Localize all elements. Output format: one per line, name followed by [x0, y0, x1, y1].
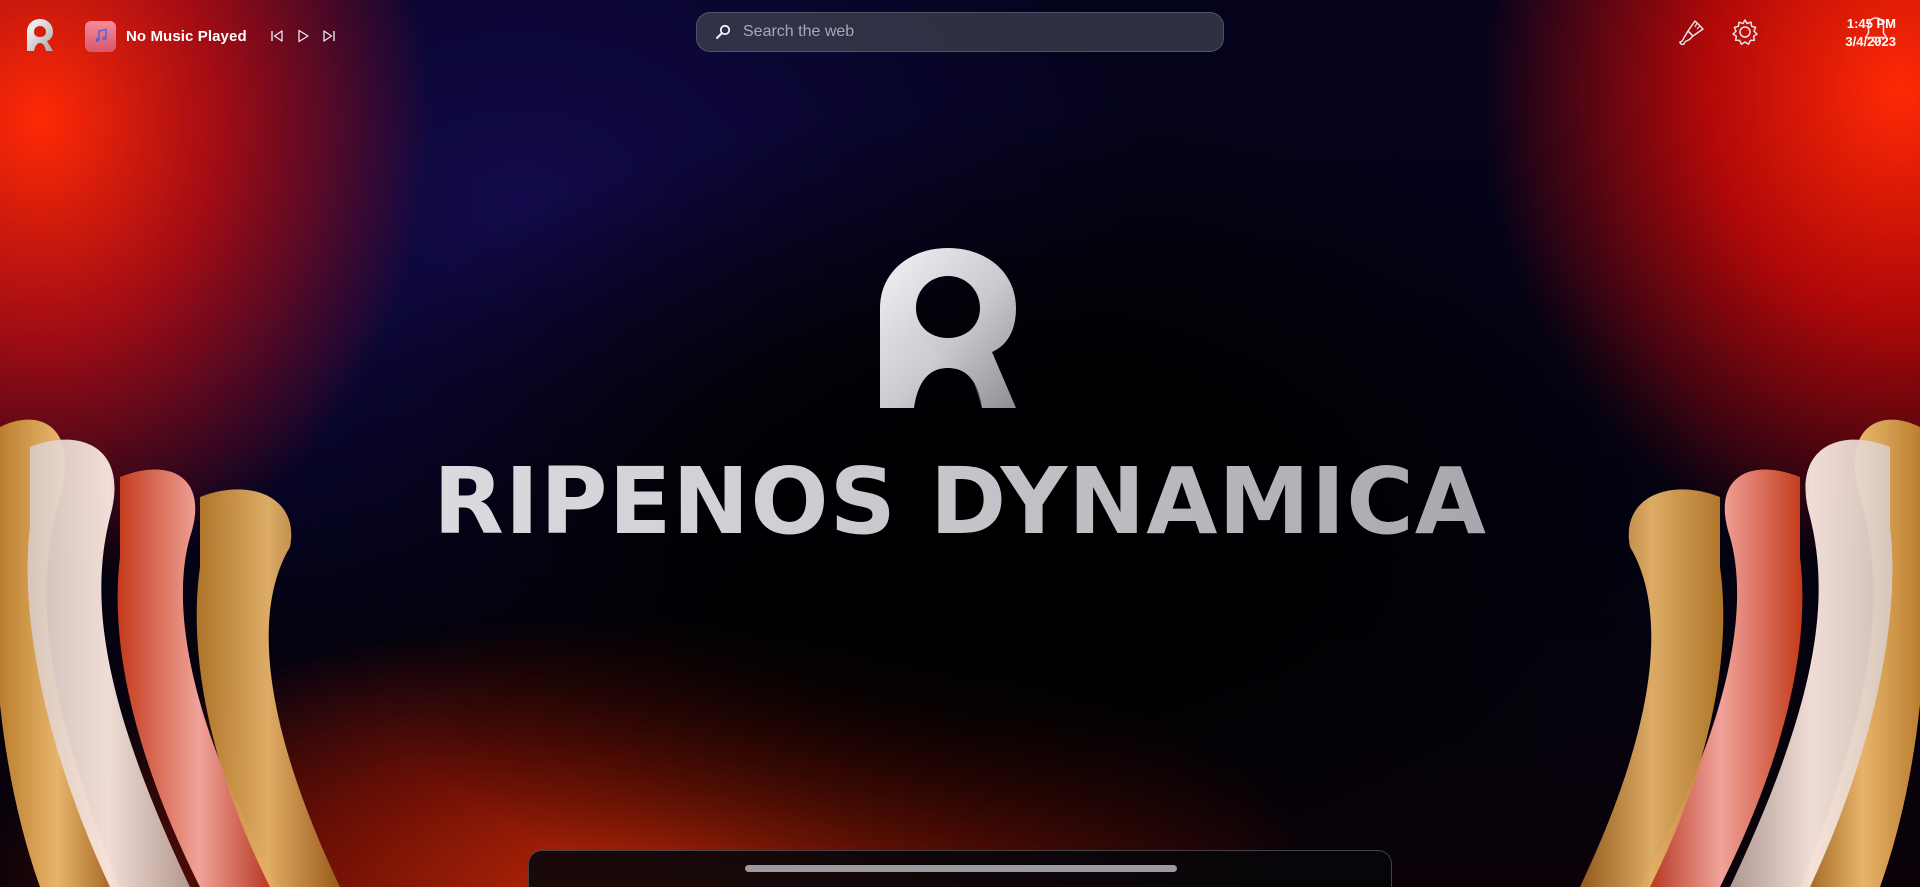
- search-bar[interactable]: [696, 12, 1224, 52]
- next-track-icon: [323, 30, 335, 42]
- previous-track-button[interactable]: [267, 26, 287, 46]
- media-controls: [267, 26, 339, 46]
- ripenos-logo-icon: [880, 248, 1016, 408]
- music-widget[interactable]: No Music Played: [85, 20, 339, 52]
- play-icon: [298, 29, 309, 43]
- dock[interactable]: [528, 850, 1392, 887]
- music-title: No Music Played: [126, 27, 247, 45]
- gear-icon: [1732, 19, 1758, 45]
- dock-handle[interactable]: [745, 865, 1177, 872]
- paintbrush-icon: [1679, 20, 1704, 46]
- bell-icon: [1864, 17, 1888, 44]
- search-input[interactable]: [743, 23, 1203, 41]
- previous-track-icon: [271, 30, 283, 42]
- decorative-ribbons-right: [1580, 419, 1920, 887]
- personalize-button[interactable]: [1676, 18, 1706, 48]
- notifications-button[interactable]: [1860, 14, 1892, 46]
- top-bar: No Music Played Search the web 1:45 PM 3…: [0, 0, 1920, 70]
- play-button[interactable]: [293, 26, 313, 46]
- settings-button[interactable]: [1730, 17, 1760, 47]
- music-note-icon: [94, 28, 107, 42]
- next-track-button[interactable]: [319, 26, 339, 46]
- brand-title: RIPENOS DYNAMICA: [0, 448, 1920, 555]
- decorative-ribbons-left: [0, 419, 340, 887]
- search-icon: [716, 24, 731, 39]
- brand-title-text: RIPENOS DYNAMICA: [433, 448, 1487, 555]
- album-art[interactable]: [85, 20, 116, 52]
- ripenos-logo-icon[interactable]: [25, 18, 55, 52]
